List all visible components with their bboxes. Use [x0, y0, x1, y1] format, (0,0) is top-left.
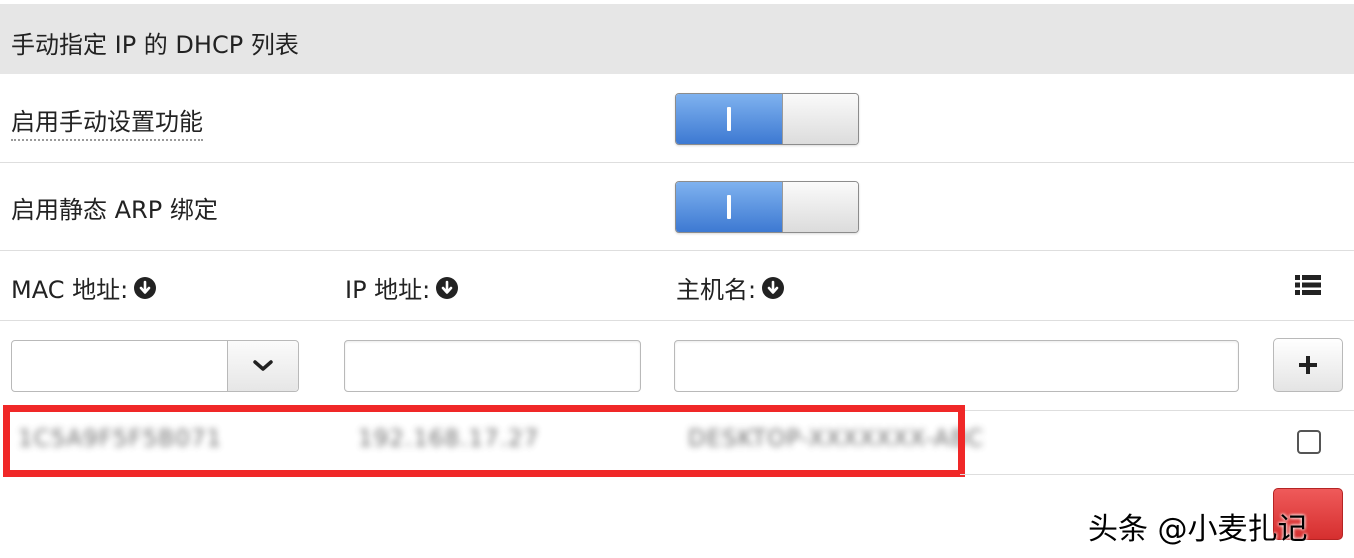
sort-down-circle-icon[interactable] [436, 276, 459, 299]
manual-setting-label: 启用手动设置功能 [11, 102, 203, 141]
ip-address-input[interactable] [344, 340, 641, 392]
highlight-annotation [3, 405, 965, 477]
mac-dropdown-button[interactable] [227, 341, 298, 391]
mac-address-select[interactable] [11, 340, 299, 392]
divider [0, 162, 1354, 163]
column-header-hostname[interactable]: 主机名: [676, 270, 785, 305]
toggle-off-knob [782, 182, 858, 232]
hostname-input[interactable] [674, 340, 1239, 392]
static-arp-toggle[interactable] [675, 181, 859, 233]
mac-address-input[interactable] [12, 341, 242, 389]
column-header-mac[interactable]: MAC 地址: [11, 270, 157, 305]
manual-setting-toggle[interactable] [675, 93, 859, 145]
section-title: 手动指定 IP 的 DHCP 列表 [11, 31, 299, 59]
column-header-ip[interactable]: IP 地址: [345, 270, 459, 305]
toggle-on-state [676, 94, 782, 144]
section-header: 手动指定 IP 的 DHCP 列表 [0, 4, 1354, 74]
divider [960, 474, 1354, 475]
entry-select-checkbox[interactable] [1297, 430, 1321, 454]
sort-down-circle-icon[interactable] [762, 276, 785, 299]
divider [0, 320, 1354, 321]
column-label-mac: MAC 地址: [11, 276, 129, 304]
plus-icon [1299, 356, 1317, 374]
column-label-ip: IP 地址: [345, 276, 431, 304]
column-label-hostname: 主机名: [676, 276, 757, 304]
add-entry-button[interactable] [1273, 338, 1343, 392]
list-icon[interactable] [1295, 274, 1321, 296]
divider [960, 410, 1354, 411]
sort-down-circle-icon[interactable] [134, 276, 157, 299]
watermark-text: 头条 @小麦扎记 [1088, 512, 1308, 547]
chevron-down-icon [253, 360, 273, 371]
static-arp-label: 启用静态 ARP 绑定 [11, 196, 218, 224]
divider [0, 250, 1354, 251]
toggle-off-knob [782, 94, 858, 144]
toggle-on-state [676, 182, 782, 232]
